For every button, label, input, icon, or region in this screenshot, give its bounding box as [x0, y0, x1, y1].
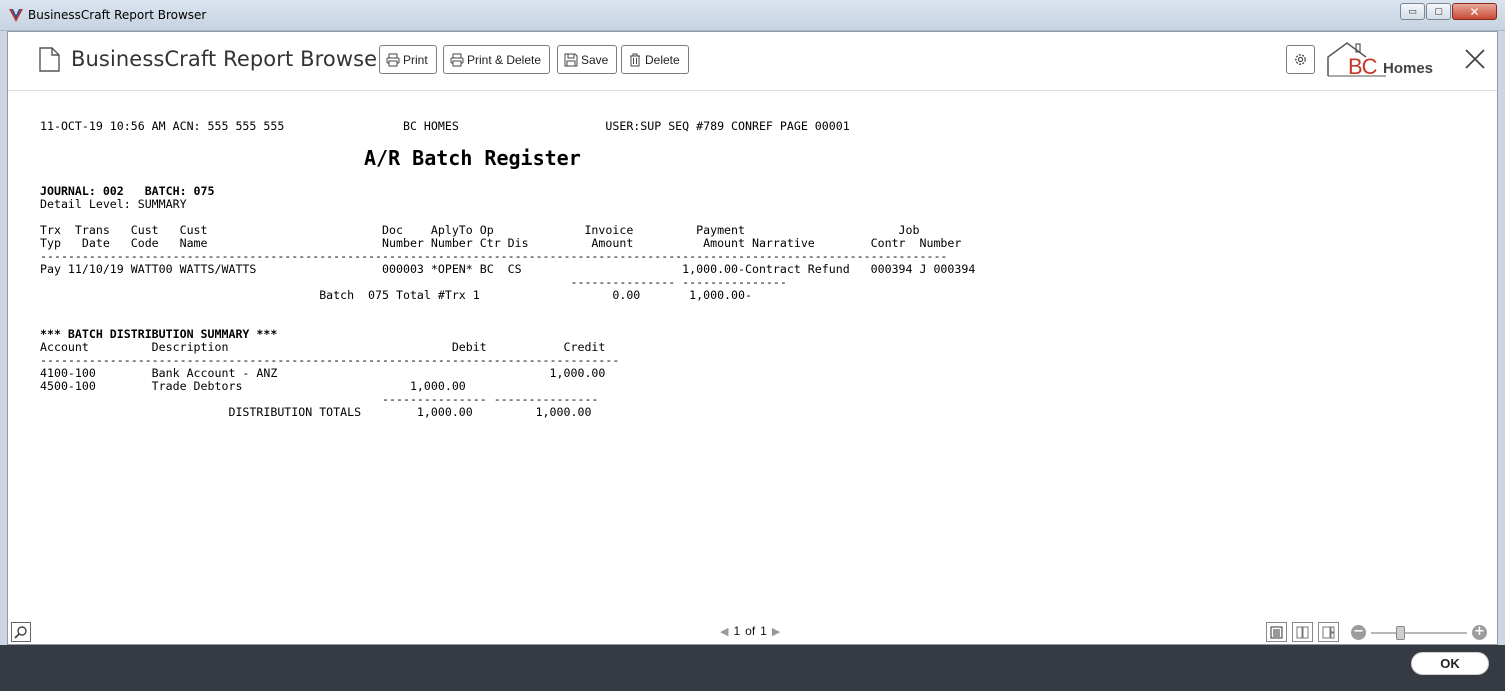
header-divider [8, 90, 1497, 91]
view-mode-buttons [1266, 622, 1339, 642]
page-current: 1 [733, 624, 741, 638]
report-line: DISTRIBUTION TOTALS 1,000.00 1,000.00 [40, 405, 592, 419]
report-line: Detail Level: SUMMARY [40, 197, 187, 211]
ok-button[interactable]: OK [1411, 652, 1489, 675]
window-border-right [1498, 31, 1505, 645]
report-line [40, 146, 975, 159]
report-line [40, 133, 975, 146]
maximize-button[interactable]: ▢ [1426, 3, 1451, 20]
report-line [40, 159, 975, 172]
close-icon[interactable] [1464, 48, 1486, 70]
brand-bc: BC [1348, 54, 1378, 79]
document-icon [39, 47, 60, 72]
window-controls: ▭ ▢ ✕ [1400, 3, 1497, 20]
zoom-control: − + [1351, 623, 1491, 643]
window-titlebar: BusinessCraft Report Browser ▭ ▢ ✕ [0, 0, 1505, 31]
floppy-disk-icon [564, 53, 578, 66]
multi-page-icon [1322, 626, 1335, 638]
window-title: BusinessCraft Report Browser [28, 8, 207, 22]
report-line: Batch 075 Total #Trx 1 0.00 1,000.00- [40, 288, 752, 302]
brand-homes: Homes [1383, 60, 1434, 77]
report-line: 11-OCT-19 10:56 AM ACN: 555 555 555 BC H… [40, 119, 850, 133]
header: BusinessCraft Report Browser Print Print… [8, 32, 1497, 90]
save-button[interactable]: Save [557, 45, 618, 74]
printer-icon [386, 53, 400, 66]
zoom-track [1371, 632, 1467, 634]
page-total: 1 [760, 624, 767, 638]
printer-icon [450, 53, 464, 66]
multi-page-view-button[interactable] [1318, 622, 1339, 642]
report-body: 11-OCT-19 10:56 AM ACN: 555 555 555 BC H… [40, 120, 975, 419]
window-close-button[interactable]: ✕ [1452, 3, 1497, 20]
save-label: Save [581, 52, 609, 67]
report-line [40, 302, 975, 315]
page-of: of [745, 624, 756, 638]
company-logo: BC Homes [1326, 40, 1444, 80]
page-navigator: ◀ 1 of 1 ▶ [720, 624, 780, 638]
magnifier-icon [14, 626, 27, 639]
two-page-icon [1296, 626, 1309, 638]
zoom-slider-thumb[interactable] [1395, 626, 1405, 640]
delete-button[interactable]: Delete [621, 45, 689, 74]
trash-icon [630, 53, 640, 66]
window-border-left [0, 31, 7, 645]
report-browser-panel: BusinessCraft Report Browser Print Print… [7, 31, 1498, 645]
search-button[interactable] [11, 622, 31, 642]
gear-icon [1295, 54, 1306, 65]
bottom-bar: OK [0, 645, 1505, 691]
zoom-in-button[interactable]: + [1472, 625, 1487, 640]
minimize-button[interactable]: ▭ [1400, 3, 1425, 20]
zoom-out-button[interactable]: − [1351, 625, 1366, 640]
next-page-button[interactable]: ▶ [772, 625, 780, 638]
page-title: BusinessCraft Report Browser [71, 47, 386, 71]
settings-button[interactable] [1286, 45, 1315, 74]
previous-page-button[interactable]: ◀ [720, 625, 728, 638]
print-delete-label: Print & Delete [467, 52, 542, 67]
single-page-view-button[interactable] [1266, 622, 1287, 642]
app-logo-icon [9, 9, 23, 22]
delete-label: Delete [645, 52, 680, 67]
print-delete-button[interactable]: Print & Delete [443, 45, 551, 74]
two-page-view-button[interactable] [1292, 622, 1313, 642]
print-button[interactable]: Print [379, 45, 437, 74]
print-label: Print [403, 52, 428, 67]
single-page-icon [1270, 626, 1283, 638]
